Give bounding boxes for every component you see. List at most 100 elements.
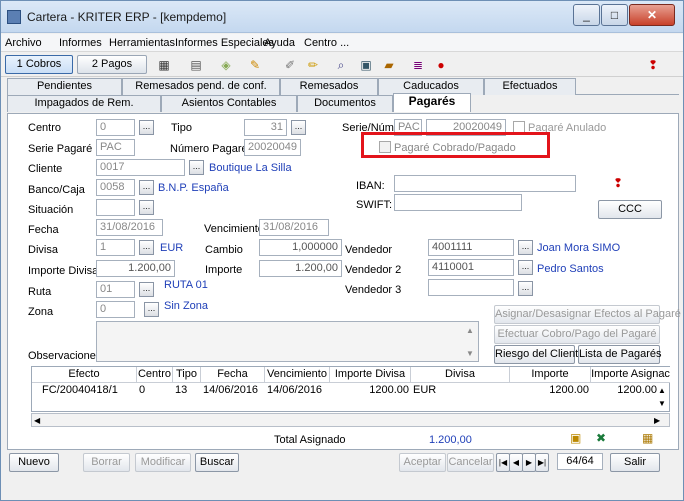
aceptar-button[interactable]: Aceptar bbox=[399, 453, 446, 472]
tab-asientos[interactable]: Asientos Contables bbox=[161, 95, 297, 112]
serie-pagare-field[interactable]: PAC bbox=[96, 139, 135, 156]
zona-field[interactable]: 0 bbox=[96, 301, 135, 318]
grid-scroll-down-icon[interactable]: ▼ bbox=[658, 397, 666, 411]
vendedor2-field[interactable]: 4110001 bbox=[428, 259, 514, 276]
col-header-importe-asignac[interactable]: Importe Asignac bbox=[591, 367, 670, 383]
efectuar-cobro-button[interactable]: Efectuar Cobro/Pago del Pagaré bbox=[494, 325, 660, 344]
buscar-button[interactable]: Buscar bbox=[195, 453, 239, 472]
search-icon[interactable]: ⌕ bbox=[334, 58, 348, 72]
zona-lookup-button[interactable]: ... bbox=[144, 302, 159, 317]
scroll-right-icon[interactable]: ▶ bbox=[654, 414, 660, 428]
pagos-button[interactable]: 2 Pagos bbox=[77, 55, 147, 74]
col-header-efecto[interactable]: Efecto bbox=[32, 367, 137, 383]
menu-centro[interactable]: Centro ... bbox=[304, 37, 349, 49]
banco-field[interactable]: 0058 bbox=[96, 179, 135, 196]
numero-pagare-field[interactable]: 20020049 bbox=[244, 139, 301, 156]
col-header-vencimiento[interactable]: Vencimiento bbox=[265, 367, 330, 383]
tab-remesados-pend[interactable]: Remesados pend. de conf. bbox=[122, 78, 280, 95]
divisa-lookup-button[interactable]: ... bbox=[139, 240, 154, 255]
divisa-field[interactable]: 1 bbox=[96, 239, 135, 256]
print-icon[interactable]: ▣ bbox=[570, 431, 581, 445]
edit-icon[interactable]: ✎ bbox=[248, 58, 262, 72]
centro-field[interactable]: 0 bbox=[96, 119, 135, 136]
tab-pagares[interactable]: Pagarés bbox=[393, 93, 471, 112]
record-icon[interactable]: ● bbox=[434, 58, 448, 72]
col-header-fecha[interactable]: Fecha bbox=[201, 367, 265, 383]
iban-field[interactable] bbox=[394, 175, 576, 192]
folder-icon[interactable]: ▰ bbox=[382, 58, 396, 72]
grid-scroll-up-icon[interactable]: ▲ bbox=[658, 384, 666, 398]
asignar-efectos-button[interactable]: Asignar/Desasignar Efectos al Pagaré bbox=[494, 305, 681, 324]
ccc-button[interactable]: CCC bbox=[598, 200, 662, 219]
last-record-icon[interactable]: ▶| bbox=[535, 453, 549, 472]
ruta-name[interactable]: RUTA 01 bbox=[164, 279, 208, 291]
cliente-name[interactable]: Boutique La Silla bbox=[209, 162, 292, 174]
table-icon[interactable]: ▣ bbox=[359, 58, 373, 72]
ruta-lookup-button[interactable]: ... bbox=[139, 282, 154, 297]
vendedor3-field[interactable] bbox=[428, 279, 514, 296]
nuevo-button[interactable]: Nuevo bbox=[9, 453, 59, 472]
vendedor-name[interactable]: Joan Mora SIMO bbox=[537, 242, 620, 254]
pen-icon[interactable]: ✐ bbox=[283, 58, 297, 72]
alert-icon[interactable]: ❢ bbox=[646, 58, 660, 72]
tipo-field[interactable]: 31 bbox=[244, 119, 287, 136]
menu-herramientas[interactable]: Herramientas bbox=[109, 37, 175, 49]
chart-icon[interactable]: ≣ bbox=[411, 58, 425, 72]
banco-lookup-button[interactable]: ... bbox=[139, 180, 154, 195]
col-header-tipo[interactable]: Tipo bbox=[173, 367, 201, 383]
scroll-down-icon[interactable]: ▼ bbox=[466, 347, 474, 361]
grid-icon[interactable]: ▦ bbox=[157, 58, 171, 72]
scroll-left-icon[interactable]: ◀ bbox=[34, 414, 40, 428]
cliente-lookup-button[interactable]: ... bbox=[189, 160, 204, 175]
tab-pendientes[interactable]: Pendientes bbox=[7, 78, 122, 95]
menu-informes-especiales[interactable]: Informes Especiales bbox=[175, 37, 274, 49]
cobros-button[interactable]: 1 Cobros bbox=[5, 55, 73, 74]
tipo-lookup-button[interactable]: ... bbox=[291, 120, 306, 135]
vendedor2-lookup-button[interactable]: ... bbox=[518, 260, 533, 275]
observaciones-field[interactable] bbox=[96, 321, 479, 362]
ruta-field[interactable]: 01 bbox=[96, 281, 135, 298]
menu-archivo[interactable]: Archivo bbox=[5, 37, 42, 49]
col-header-centro[interactable]: Centro bbox=[137, 367, 173, 383]
banco-name[interactable]: B.N.P. España bbox=[158, 182, 229, 194]
minimize-icon[interactable]: _ bbox=[573, 4, 600, 26]
col-header-divisa[interactable]: Divisa bbox=[411, 367, 510, 383]
cancelar-button[interactable]: Cancelar bbox=[447, 453, 494, 472]
close-icon[interactable]: ✕ bbox=[629, 4, 675, 26]
importe-field[interactable]: 1.200,00 bbox=[259, 260, 342, 277]
tag-icon[interactable]: ◈ bbox=[219, 58, 233, 72]
borrar-button[interactable]: Borrar bbox=[83, 453, 130, 472]
vendedor3-lookup-button[interactable]: ... bbox=[518, 281, 533, 296]
calculator-icon[interactable]: ▦ bbox=[642, 431, 653, 445]
prev-record-icon[interactable]: ◀ bbox=[509, 453, 523, 472]
salir-button[interactable]: Salir bbox=[610, 453, 660, 472]
menu-informes[interactable]: Informes bbox=[59, 37, 102, 49]
alert-icon[interactable]: ❢ bbox=[613, 176, 623, 190]
fecha-field[interactable]: 31/08/2016 bbox=[96, 219, 163, 236]
vendedor-field[interactable]: 4001111 bbox=[428, 239, 514, 256]
vendedor-lookup-button[interactable]: ... bbox=[518, 240, 533, 255]
excel-icon[interactable]: ✖ bbox=[596, 431, 606, 445]
zona-name[interactable]: Sin Zona bbox=[164, 300, 208, 312]
tab-efectuados[interactable]: Efectuados bbox=[484, 78, 576, 95]
lista-pagares-button[interactable]: Lista de Pagarés bbox=[578, 345, 662, 364]
divisa-name[interactable]: EUR bbox=[160, 242, 183, 254]
maximize-icon[interactable]: □ bbox=[601, 4, 628, 26]
situacion-field[interactable] bbox=[96, 199, 135, 216]
cambio-field[interactable]: 1,000000 bbox=[259, 239, 342, 256]
menu-ayuda[interactable]: Ayuda bbox=[264, 37, 295, 49]
tab-impagados[interactable]: Impagados de Rem. bbox=[7, 95, 161, 112]
horizontal-scrollbar[interactable]: ◀ ▶ bbox=[31, 413, 670, 427]
vencimiento-field[interactable]: 31/08/2016 bbox=[259, 219, 329, 236]
vendedor2-name[interactable]: Pedro Santos bbox=[537, 263, 604, 275]
tab-documentos[interactable]: Documentos bbox=[297, 95, 393, 112]
pencil-icon[interactable]: ✏ bbox=[306, 58, 320, 72]
col-header-importe[interactable]: Importe bbox=[510, 367, 591, 383]
cliente-field[interactable]: 0017 bbox=[96, 159, 185, 176]
swift-field[interactable] bbox=[394, 194, 522, 211]
calculator-icon[interactable]: ▤ bbox=[189, 58, 203, 72]
situacion-lookup-button[interactable]: ... bbox=[139, 200, 154, 215]
scroll-up-icon[interactable]: ▲ bbox=[466, 324, 474, 338]
tab-remesados[interactable]: Remesados bbox=[280, 78, 378, 95]
next-record-icon[interactable]: ▶ bbox=[522, 453, 536, 472]
